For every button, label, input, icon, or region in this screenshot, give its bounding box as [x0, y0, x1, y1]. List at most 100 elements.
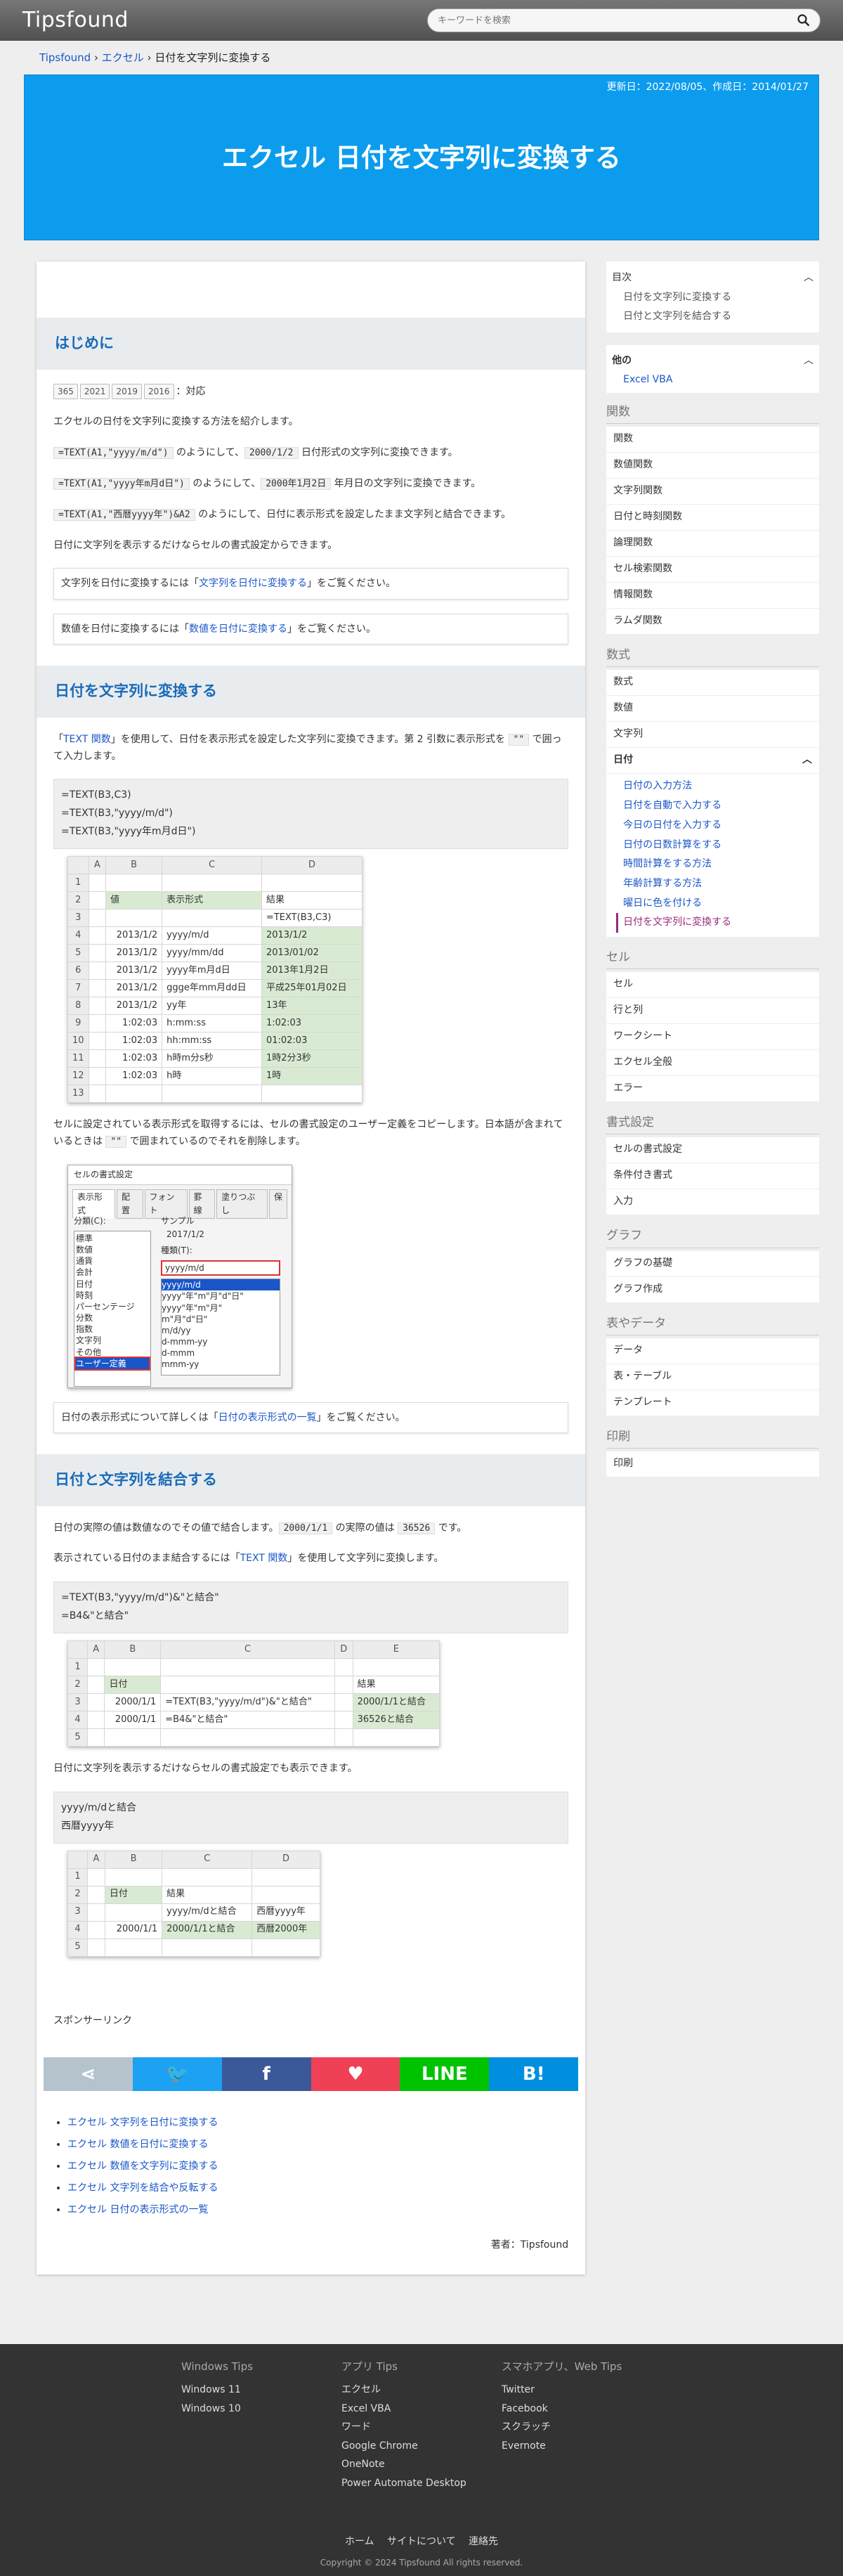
- link-str-to-date[interactable]: 文字列を日付に変換する: [199, 578, 307, 589]
- sidebar-item[interactable]: セルの書式設定: [606, 1137, 819, 1164]
- sidebar-item[interactable]: 文字列: [606, 722, 819, 749]
- sidebar-item[interactable]: グラフの基礎: [606, 1250, 819, 1277]
- sidebar-item[interactable]: 数式: [606, 670, 819, 697]
- sidebar-item[interactable]: 条件付き書式: [606, 1163, 819, 1190]
- footer-link[interactable]: ワード: [341, 2418, 502, 2437]
- breadcrumb-home[interactable]: Tipsfound: [39, 51, 91, 64]
- inline-code: 2000/1/2: [244, 447, 299, 460]
- other-link[interactable]: Excel VBA: [623, 374, 672, 385]
- sidebar-item[interactable]: 関数: [606, 427, 819, 453]
- sidebar-item-label: セル検索関数: [613, 563, 673, 575]
- search-box[interactable]: [427, 8, 821, 32]
- sidebar-item[interactable]: データ: [606, 1338, 819, 1364]
- footer-link[interactable]: Google Chrome: [341, 2437, 502, 2456]
- hatena-share-button[interactable]: B!: [489, 2057, 579, 2092]
- excel-cell: [104, 1938, 163, 1957]
- footer-link[interactable]: Windows 10: [181, 2400, 341, 2419]
- sidebar-item[interactable]: 論理関数: [606, 531, 819, 557]
- link-text-function[interactable]: TEXT 関数: [63, 734, 111, 745]
- sidebar-sublink[interactable]: 日付の日数計算をする: [623, 836, 819, 855]
- toc-item[interactable]: 日付を文字列に変換する: [623, 288, 813, 307]
- chevron-up-icon[interactable]: ︿: [802, 752, 812, 769]
- search-icon[interactable]: [797, 14, 810, 27]
- category-item: 指数: [76, 1324, 93, 1335]
- sidebar-item[interactable]: 行と列: [606, 998, 819, 1025]
- excel-cell: yyyy年m月d日: [162, 962, 262, 980]
- excel-cell: 結果: [162, 1885, 253, 1904]
- sidebar-sublink[interactable]: 日付を自動で入力する: [623, 796, 819, 816]
- excel-cell: [261, 874, 363, 893]
- footer-link[interactable]: Twitter: [502, 2381, 662, 2400]
- sidebar-item[interactable]: 情報関数: [606, 583, 819, 609]
- sidebar-group: グラフ グラフの基礎 グラフ作成: [606, 1226, 819, 1303]
- excel-row: 2 日付 結果: [67, 1885, 320, 1904]
- excel-cell: [334, 1710, 353, 1729]
- sidebar-item[interactable]: 入力: [606, 1189, 819, 1216]
- pocket-share-button[interactable]: ♥: [311, 2057, 400, 2092]
- excel-row: 2 日付 結果: [67, 1675, 440, 1694]
- sidebar-item[interactable]: テンプレート: [606, 1390, 819, 1416]
- sidebar-item[interactable]: 数値: [606, 696, 819, 723]
- sidebar-item[interactable]: セル検索関数: [606, 557, 819, 583]
- sidebar-sublink[interactable]: 日付を文字列に変換する: [616, 913, 819, 933]
- excel-col-header: [67, 1850, 88, 1869]
- footer-link[interactable]: Excel VBA: [341, 2400, 502, 2419]
- related-item: エクセル 日付の表示形式の一覧: [67, 2199, 568, 2221]
- share-share-button[interactable]: ⋖: [44, 2057, 133, 2092]
- sec1-p2: セルに設定されている表示形式を取得するには、セルの書式設定のユーザー定義をコピー…: [53, 1117, 568, 1151]
- footer-link[interactable]: OneNote: [341, 2455, 502, 2474]
- sidebar-sublink[interactable]: 時間計算をする方法: [623, 855, 819, 874]
- sidebar-sublink[interactable]: 日付の入力方法: [623, 777, 819, 796]
- excel-cell: 1:02:03: [105, 1014, 163, 1033]
- footer-link[interactable]: Power Automate Desktop: [341, 2474, 502, 2493]
- related-link[interactable]: エクセル 日付の表示形式の一覧: [67, 2204, 208, 2215]
- sidebar-item[interactable]: ワークシート: [606, 1024, 819, 1051]
- footer-link-about[interactable]: サイトについて: [387, 2536, 456, 2547]
- footer-link-contact[interactable]: 連絡先: [469, 2536, 498, 2547]
- toc-item[interactable]: 日付と文字列を結合する: [623, 307, 813, 326]
- chevron-up-icon[interactable]: ︿: [804, 270, 813, 285]
- facebook-share-button[interactable]: f: [221, 2057, 311, 2092]
- excel-cell: [88, 891, 107, 910]
- line-share-button[interactable]: LINE: [400, 2057, 490, 2092]
- footer-link[interactable]: スクラッチ: [502, 2418, 662, 2437]
- sidebar-sublink[interactable]: 曜日に色を付ける: [623, 894, 819, 914]
- excel-cell: 値: [105, 891, 163, 910]
- sidebar-sublink[interactable]: 年齢計算する方法: [623, 874, 819, 894]
- breadcrumb-excel[interactable]: エクセル: [102, 51, 144, 64]
- related-link[interactable]: エクセル 数値を文字列に変換する: [67, 2161, 218, 2172]
- chevron-up-icon[interactable]: ︿: [804, 353, 813, 368]
- sidebar-item[interactable]: 表・テーブル: [606, 1364, 819, 1390]
- footer-link[interactable]: エクセル: [341, 2381, 502, 2400]
- page-dates: 更新日：2022/08/05、作成日：2014/01/27: [606, 82, 809, 93]
- sidebar-item[interactable]: ラムダ関数: [606, 609, 819, 635]
- twitter-share-button[interactable]: 🐦: [132, 2057, 222, 2092]
- sidebar-item[interactable]: エクセル全般: [606, 1050, 819, 1077]
- sidebar-item[interactable]: 日付 ︿: [606, 748, 819, 775]
- sidebar-item[interactable]: セル: [606, 972, 819, 999]
- link-num-to-date[interactable]: 数値を日付に変換する: [189, 623, 287, 635]
- related-link[interactable]: エクセル 文字列を結合や反転する: [67, 2182, 218, 2194]
- footer-link[interactable]: Windows 11: [181, 2381, 341, 2400]
- related-link[interactable]: エクセル 文字列を日付に変換する: [67, 2117, 218, 2128]
- sidebar-item[interactable]: グラフ作成: [606, 1276, 819, 1303]
- excel-cell: 13: [67, 1085, 89, 1103]
- sidebar-item[interactable]: 日付と時刻関数: [606, 505, 819, 531]
- excel-cell: 1:02:03: [105, 1032, 163, 1051]
- site-logo[interactable]: Tipsfound: [22, 4, 129, 37]
- footer-link[interactable]: Facebook: [502, 2400, 662, 2419]
- excel-cell: [162, 1868, 253, 1886]
- related-link[interactable]: エクセル 数値を日付に変換する: [67, 2139, 208, 2150]
- type-list: yyyy/m/d yyyy"年"m"月"d"日" yyyy"年"m"月" m"月"d"…: [161, 1279, 280, 1376]
- link-date-formats[interactable]: 日付の表示形式の一覧: [218, 1412, 317, 1423]
- excel-row: 10 1:02:03 hh:mm:ss 01:02:03: [67, 1032, 363, 1051]
- sidebar-sublink[interactable]: 今日の日付を入力する: [623, 816, 819, 836]
- footer-link-home[interactable]: ホーム: [345, 2536, 374, 2547]
- sidebar-item[interactable]: 数値関数: [606, 453, 819, 479]
- sidebar-item[interactable]: 印刷: [606, 1451, 819, 1478]
- search-input[interactable]: [438, 15, 775, 26]
- link-text-function-2[interactable]: TEXT 関数: [240, 1553, 288, 1564]
- sidebar-item[interactable]: エラー: [606, 1076, 819, 1103]
- sidebar-item[interactable]: 文字列関数: [606, 479, 819, 505]
- footer-link[interactable]: Evernote: [502, 2437, 662, 2456]
